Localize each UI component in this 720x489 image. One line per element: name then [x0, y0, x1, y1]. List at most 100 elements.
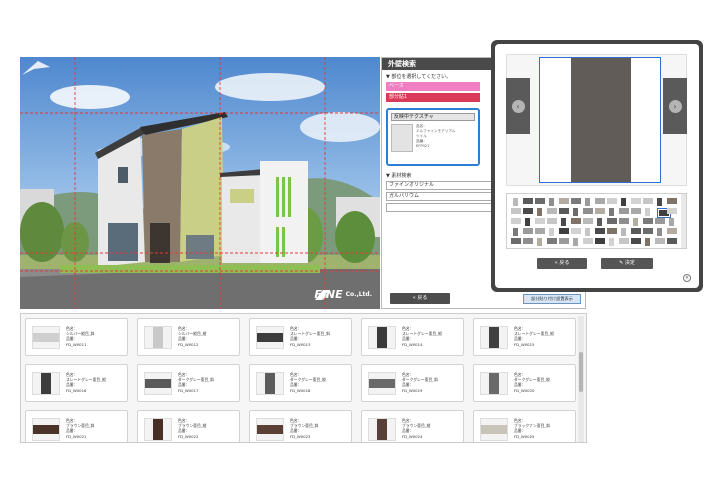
texture-thumbnail[interactable]	[621, 198, 626, 206]
texture-thumbnail[interactable]	[571, 218, 581, 224]
texture-card[interactable]: 色名： ダークグレー亜目_斜 品番： FD_W0019	[361, 364, 464, 402]
house-preview[interactable]: FINE Co.,Ltd.	[20, 57, 380, 309]
texture-card[interactable]: 色名： スレートグレー亜目_縦 品番： FD_W0014	[361, 318, 464, 356]
catalog-scrollbar[interactable]	[578, 316, 584, 442]
texture-thumbnail[interactable]	[513, 198, 518, 206]
texture-thumbnail[interactable]	[631, 228, 641, 234]
texture-thumbnail[interactable]	[621, 228, 626, 236]
texture-thumbnail[interactable]	[547, 238, 557, 244]
texture-thumbnail[interactable]	[571, 228, 581, 234]
catalog-scroll-thumb[interactable]	[579, 352, 583, 392]
texture-thumbnail-grid[interactable]	[506, 193, 687, 249]
popup-back-button[interactable]: « 戻る	[537, 258, 587, 269]
texture-thumbnail[interactable]	[667, 228, 677, 234]
part-base-select[interactable]: ベース	[386, 82, 480, 91]
show-partial-button[interactable]: 部分貼り付け設置表示	[523, 294, 581, 304]
texture-thumbnail[interactable]	[547, 218, 557, 224]
texture-thumbnail[interactable]	[669, 218, 674, 226]
texture-thumbnail[interactable]	[523, 208, 533, 214]
texture-thumbnail[interactable]	[595, 238, 605, 244]
texture-thumbnail[interactable]	[657, 228, 662, 236]
texture-thumbnail[interactable]	[619, 218, 629, 224]
texture-card[interactable]: 色名： ダークグレー亜目_縦 品番： FD_W0020	[473, 364, 576, 402]
popup-decide-button[interactable]: ✎ 決定	[601, 258, 653, 269]
texture-card[interactable]: 色名： ブラウン亜目_斜 品番： FD_W0023	[249, 410, 352, 442]
texture-card[interactable]: 色名： シルバー縦目_縦 品番： FD_W0012	[137, 318, 240, 356]
texture-thumbnail[interactable]	[559, 228, 569, 234]
texture-thumbnail[interactable]	[667, 208, 677, 214]
texture-thumbnail[interactable]	[583, 208, 593, 214]
texture-card[interactable]: 色名： シルバー縦目_斜 品番： FD_W0011	[25, 318, 128, 356]
texture-thumbnail[interactable]	[607, 198, 617, 204]
texture-thumbnail[interactable]	[523, 228, 533, 234]
texture-thumbnail[interactable]	[667, 238, 677, 244]
prev-texture-button[interactable]: ‹	[506, 78, 530, 134]
texture-thumbnail[interactable]	[643, 198, 653, 204]
texture-thumbnail[interactable]	[561, 218, 566, 226]
close-icon[interactable]: ×	[683, 274, 691, 282]
texture-card[interactable]: 色名： スレートグレー亜目_縦 品番： FD_W0015	[473, 318, 576, 356]
texture-thumbnail[interactable]	[523, 238, 533, 244]
thumbnail-scrollbar[interactable]	[681, 194, 686, 248]
texture-thumbnail[interactable]	[643, 228, 653, 234]
texture-thumbnail[interactable]	[583, 218, 593, 224]
texture-thumbnail[interactable]	[631, 238, 641, 244]
texture-thumbnail[interactable]	[655, 238, 665, 244]
texture-thumbnail[interactable]	[535, 228, 545, 234]
texture-card[interactable]: 色名： ブラウン亜目_斜 品番： FD_W0021	[25, 410, 128, 442]
texture-card-info: 色名： ブラウン亜目_斜 品番： FD_W0021	[66, 418, 94, 439]
panel-back-button[interactable]: « 戻る	[390, 293, 450, 304]
texture-thumbnail[interactable]	[595, 228, 605, 234]
texture-thumbnail[interactable]	[547, 208, 557, 214]
texture-thumbnail[interactable]	[525, 218, 530, 226]
next-texture-button[interactable]: ›	[663, 78, 687, 134]
texture-thumbnail[interactable]	[571, 198, 581, 204]
texture-thumbnail[interactable]	[645, 208, 650, 216]
texture-thumbnail[interactable]	[511, 208, 521, 214]
texture-thumbnail[interactable]	[535, 198, 545, 204]
texture-thumbnail[interactable]	[559, 208, 569, 214]
texture-thumbnail[interactable]	[609, 208, 614, 216]
texture-thumbnail[interactable]	[585, 228, 590, 236]
part-accent-select[interactable]: 部分貼1	[386, 93, 480, 102]
texture-thumbnail[interactable]	[597, 218, 602, 226]
texture-thumbnail[interactable]	[559, 198, 569, 204]
texture-thumbnail[interactable]	[585, 198, 590, 206]
texture-thumbnail[interactable]	[619, 208, 629, 214]
texture-thumbnail[interactable]	[583, 238, 593, 244]
texture-thumbnail[interactable]	[537, 238, 542, 246]
texture-thumbnail[interactable]	[595, 198, 605, 204]
texture-thumbnail[interactable]	[609, 238, 614, 246]
texture-thumbnail[interactable]	[511, 238, 521, 244]
texture-thumbnail[interactable]	[573, 208, 578, 216]
texture-thumbnail[interactable]	[549, 198, 554, 206]
texture-thumbnail[interactable]	[537, 208, 542, 216]
texture-card[interactable]: 色名： スレートグレー亜目_縦 品番： FD_W0016	[25, 364, 128, 402]
texture-thumbnail[interactable]	[573, 238, 578, 246]
texture-thumbnail[interactable]	[633, 218, 638, 226]
texture-thumbnail[interactable]	[513, 228, 518, 236]
texture-thumbnail[interactable]	[643, 218, 653, 224]
texture-swatch	[144, 372, 172, 395]
texture-thumbnail[interactable]	[631, 208, 641, 214]
texture-thumbnail[interactable]	[511, 218, 521, 224]
texture-card[interactable]: 色名： ダークグレー亜目_縦 品番： FD_W0018	[249, 364, 352, 402]
texture-thumbnail[interactable]	[549, 228, 554, 236]
texture-thumbnail[interactable]	[631, 198, 641, 204]
texture-thumbnail[interactable]	[645, 238, 650, 246]
texture-thumbnail[interactable]	[667, 198, 677, 204]
texture-thumbnail[interactable]	[607, 228, 617, 234]
texture-card[interactable]: 色名： ブラウン亜目_縦 品番： FD_W0024	[361, 410, 464, 442]
texture-card[interactable]: 色名： ブラックナン亜目_斜 品番： FD_W0025	[473, 410, 576, 442]
texture-card[interactable]: 色名： ブラウン亜目_縦 品番： FD_W0022	[137, 410, 240, 442]
texture-thumbnail[interactable]	[595, 208, 605, 214]
texture-thumbnail[interactable]	[657, 198, 662, 206]
texture-thumbnail[interactable]	[559, 238, 569, 244]
texture-thumbnail[interactable]	[607, 218, 617, 224]
texture-thumbnail[interactable]	[523, 198, 533, 204]
texture-card[interactable]: 色名： スレートグレー亜目_斜 品番： FD_W0013	[249, 318, 352, 356]
texture-thumbnail[interactable]	[535, 218, 545, 224]
texture-thumbnail[interactable]	[655, 218, 665, 224]
texture-card[interactable]: 色名： ダークグレー亜目_斜 品番： FD_W0017	[137, 364, 240, 402]
texture-thumbnail[interactable]	[619, 238, 629, 244]
